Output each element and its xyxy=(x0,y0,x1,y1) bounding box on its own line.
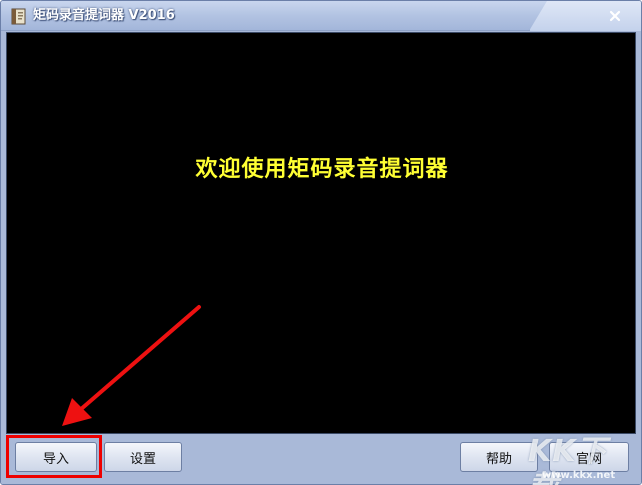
title-bar[interactable]: 矩码录音提词器 V2016 xyxy=(1,1,641,31)
website-button[interactable]: 官网 xyxy=(549,442,629,472)
settings-button[interactable]: 设置 xyxy=(104,442,182,472)
window-title: 矩码录音提词器 V2016 xyxy=(33,8,175,23)
close-icon[interactable] xyxy=(604,6,626,26)
import-button[interactable]: 导入 xyxy=(15,442,97,472)
notebook-icon xyxy=(10,7,28,25)
welcome-text: 欢迎使用矩码录音提词器 xyxy=(195,156,449,182)
app-window: 矩码录音提词器 V2016 欢迎使用矩码录音提词器 导入 设置 帮助 官网 xyxy=(0,0,642,485)
bottom-toolbar xyxy=(1,435,641,484)
teleprompter-display: 欢迎使用矩码录音提词器 xyxy=(6,32,636,434)
help-button[interactable]: 帮助 xyxy=(460,442,538,472)
